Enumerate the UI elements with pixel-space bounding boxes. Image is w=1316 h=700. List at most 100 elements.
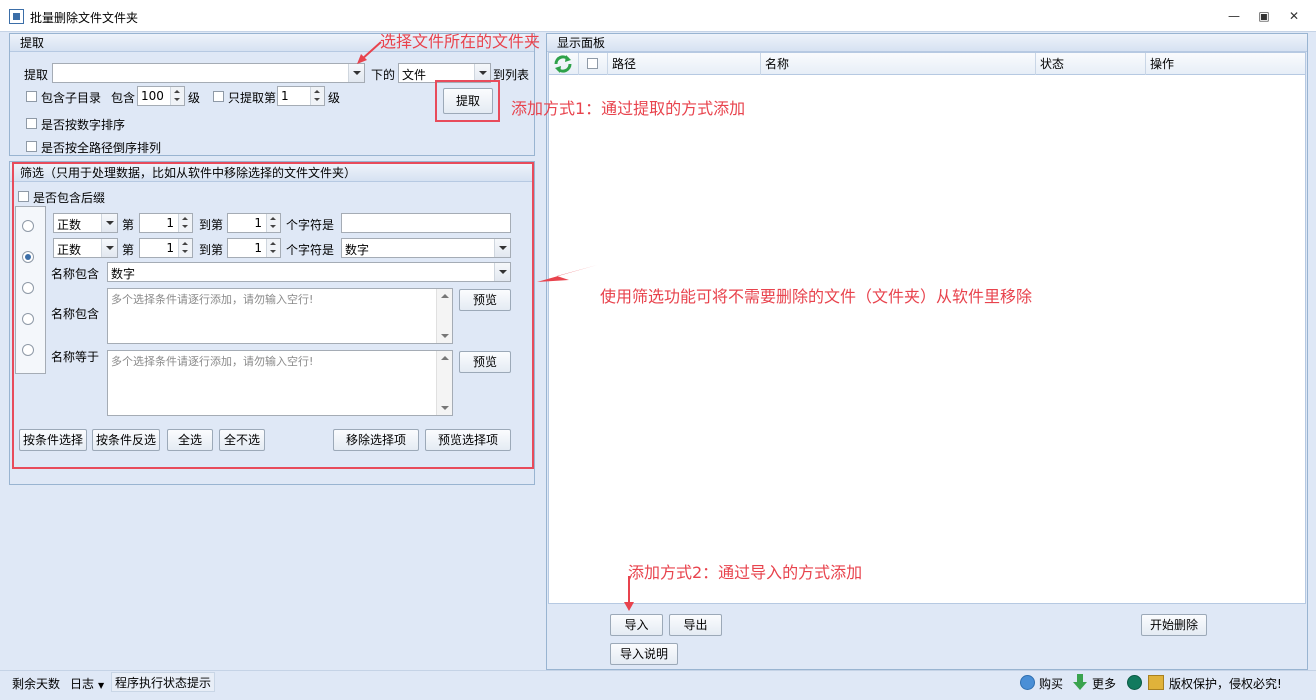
refresh-icon[interactable] — [549, 53, 579, 75]
days-left-label: 剩余天数 — [12, 677, 61, 691]
include-subdir-checkbox[interactable] — [26, 91, 37, 102]
row2-to-nth-label: 到第 — [199, 243, 224, 257]
path-combo[interactable] — [52, 63, 365, 83]
sort-numeric-label: 是否按数字排序 — [41, 118, 126, 132]
row1-to-stepper[interactable]: 1 — [227, 213, 281, 233]
radio-option-2[interactable] — [22, 251, 34, 263]
row1-mode-combo[interactable]: 正数 — [53, 213, 118, 233]
chevron-down-icon[interactable] — [494, 263, 510, 281]
preview-button-1[interactable]: 预览 — [459, 289, 511, 311]
row1-mode-value: 正数 — [57, 218, 82, 232]
export-button[interactable]: 导出 — [669, 614, 722, 636]
sort-numeric-checkbox[interactable] — [26, 118, 37, 129]
type-value: 文件 — [402, 68, 427, 82]
radio-option-1[interactable] — [22, 220, 34, 232]
name-equals-label: 名称等于 — [51, 350, 100, 364]
globe-icon[interactable] — [1127, 675, 1142, 690]
spinner-icon[interactable] — [310, 87, 324, 105]
import-button[interactable]: 导入 — [610, 614, 663, 636]
annotation-method-1: 添加方式1：通过提取的方式添加 — [511, 99, 746, 118]
header-checkbox[interactable] — [587, 58, 598, 69]
annotation-arrow-3 — [537, 265, 597, 282]
chevron-down-icon[interactable] — [101, 214, 117, 232]
row2-to-stepper[interactable]: 1 — [227, 238, 281, 258]
name-contains-textarea[interactable]: 多个选择条件请逐行添加，请勿输入空行! — [107, 288, 453, 344]
caret-down-icon: ▼ — [98, 681, 105, 690]
radio-option-3[interactable] — [22, 282, 34, 294]
buy-link[interactable]: 购买 — [1039, 675, 1063, 692]
radio-option-4[interactable] — [22, 313, 34, 325]
spinner-icon[interactable] — [266, 239, 280, 257]
window-title: 批量删除文件文件夹 — [30, 11, 139, 25]
column-name[interactable]: 名称 — [761, 53, 1036, 75]
row1-value-input[interactable] — [341, 213, 511, 233]
include-suffix-checkbox[interactable] — [18, 191, 29, 202]
spinner-icon[interactable] — [178, 239, 192, 257]
name-equals-textarea[interactable]: 多个选择条件请逐行添加，请勿输入空行! — [107, 350, 453, 416]
state-hint-label: 程序执行状态提示 — [111, 672, 216, 692]
name-contains-label: 名称包含 — [51, 267, 100, 281]
row2-value-combo[interactable]: 数字 — [341, 238, 511, 258]
file-grid[interactable]: 路径 名称 状态 操作 — [548, 52, 1306, 604]
display-panel-header: 显示面板 — [547, 34, 1307, 52]
column-action[interactable]: 操作 — [1146, 53, 1305, 75]
name-contains-value: 数字 — [111, 267, 136, 281]
include-subdir-label: 包含子目录 — [41, 91, 102, 105]
row1-chars-label: 个字符是 — [286, 218, 335, 232]
select-all-checkbox-cell[interactable] — [579, 53, 608, 75]
levels-stepper[interactable]: 100 — [137, 86, 185, 106]
start-delete-button[interactable]: 开始删除 — [1141, 614, 1207, 636]
row2-from-value: 1 — [166, 241, 174, 255]
only-extract-checkbox[interactable] — [213, 91, 224, 102]
preview-selected-button[interactable]: 预览选择项 — [425, 429, 511, 451]
select-none-button[interactable]: 全不选 — [219, 429, 265, 451]
scrollbar[interactable] — [436, 289, 452, 343]
chevron-down-icon[interactable] — [348, 64, 364, 82]
more-link[interactable]: 更多 — [1092, 675, 1116, 692]
include-suffix-label: 是否包含后缀 — [33, 191, 106, 205]
row1-nth-label: 第 — [122, 218, 135, 232]
log-label: 日志 — [70, 677, 95, 691]
grid-header: 路径 名称 状态 操作 — [549, 53, 1305, 75]
chevron-down-icon[interactable] — [101, 239, 117, 257]
only-level-value: 1 — [281, 89, 289, 103]
radio-option-5[interactable] — [22, 344, 34, 356]
row2-value: 数字 — [345, 243, 370, 257]
only-extract-label: 只提取第 — [228, 91, 277, 105]
annotation-arrow-4 — [624, 576, 634, 611]
certificate-icon — [1148, 675, 1164, 690]
spinner-icon[interactable] — [266, 214, 280, 232]
under-label: 下的 — [371, 68, 396, 82]
row2-chars-label: 个字符是 — [286, 243, 335, 257]
maximize-icon[interactable]: ▣ — [1254, 8, 1274, 24]
spinner-icon[interactable] — [178, 214, 192, 232]
annotation-filter: 使用筛选功能可将不需要删除的文件（文件夹）从软件里移除 — [600, 287, 1033, 306]
invert-by-condition-button[interactable]: 按条件反选 — [92, 429, 160, 451]
name-contains-combo[interactable]: 数字 — [107, 262, 511, 282]
minimize-icon[interactable]: — — [1224, 8, 1244, 24]
include-label: 包含 — [111, 91, 136, 105]
cart-icon[interactable] — [1020, 675, 1035, 690]
chevron-down-icon[interactable] — [494, 239, 510, 257]
preview-button-2[interactable]: 预览 — [459, 351, 511, 373]
row2-from-stepper[interactable]: 1 — [139, 238, 193, 258]
extract-button[interactable]: 提取 — [443, 88, 493, 114]
only-level-stepper[interactable]: 1 — [277, 86, 325, 106]
remove-selected-button[interactable]: 移除选择项 — [333, 429, 419, 451]
annotation-select-folder: 选择文件所在的文件夹 — [380, 32, 541, 51]
column-status[interactable]: 状态 — [1036, 53, 1146, 75]
select-by-condition-button[interactable]: 按条件选择 — [19, 429, 87, 451]
import-help-button[interactable]: 导入说明 — [610, 643, 678, 665]
sort-fullpath-checkbox[interactable] — [26, 141, 37, 152]
log-dropdown[interactable]: 日志 ▼ — [70, 675, 104, 692]
row2-mode-combo[interactable]: 正数 — [53, 238, 118, 258]
column-path[interactable]: 路径 — [608, 53, 761, 75]
name-contains2-label: 名称包含 — [51, 307, 100, 321]
download-icon[interactable] — [1073, 674, 1087, 690]
select-all-button[interactable]: 全选 — [167, 429, 213, 451]
scrollbar[interactable] — [436, 351, 452, 415]
close-icon[interactable]: ✕ — [1284, 8, 1304, 24]
spinner-icon[interactable] — [170, 87, 184, 105]
row1-from-stepper[interactable]: 1 — [139, 213, 193, 233]
row1-from-value: 1 — [166, 216, 174, 230]
